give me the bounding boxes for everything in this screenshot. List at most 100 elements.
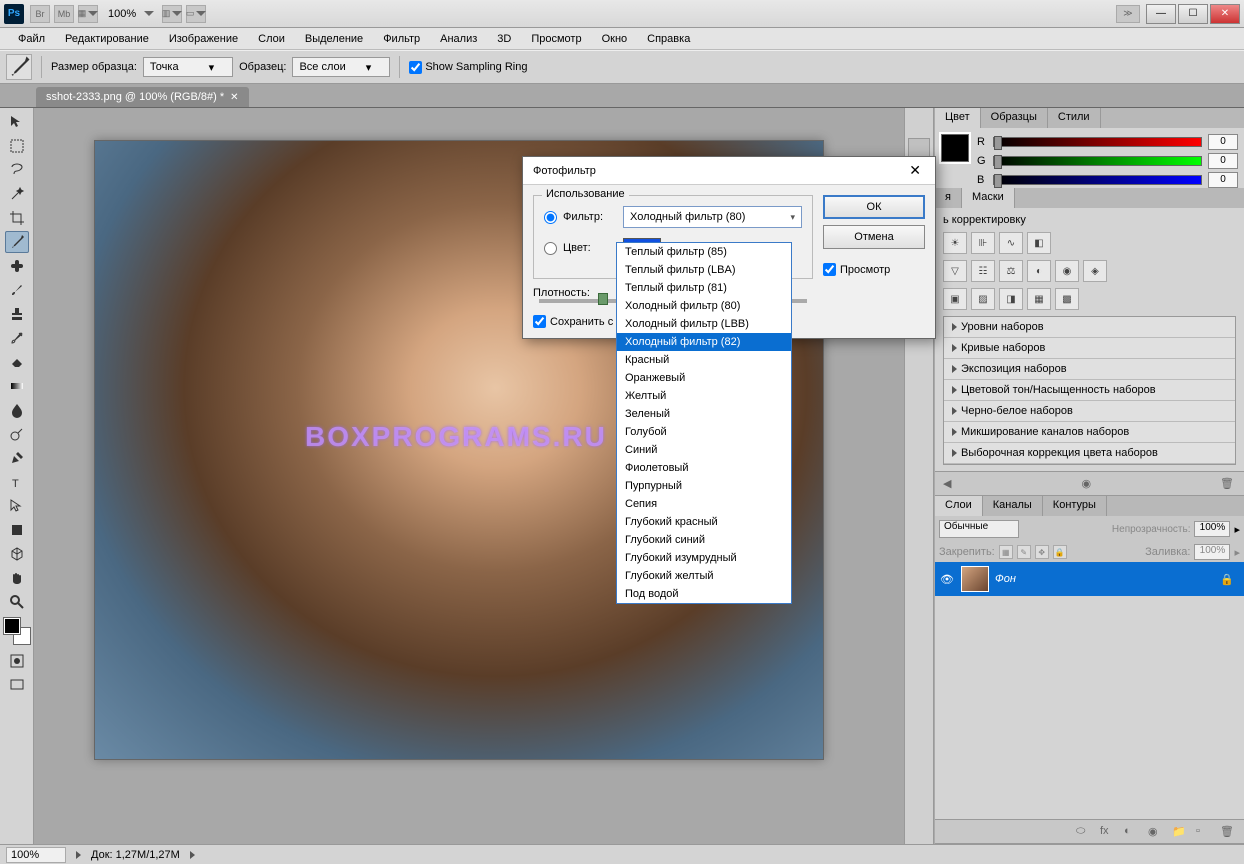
hand-tool[interactable] xyxy=(5,567,29,589)
lock-all-icon[interactable]: 🔒 xyxy=(1053,545,1067,559)
tab-adj-partial[interactable]: я xyxy=(935,188,962,208)
zoom-level[interactable]: 100% xyxy=(108,8,136,20)
g-slider[interactable] xyxy=(993,156,1202,166)
bw-icon[interactable]: ◐ xyxy=(1027,260,1051,282)
ok-button[interactable]: ОК xyxy=(823,195,925,219)
tab-channels[interactable]: Каналы xyxy=(983,496,1043,516)
menu-image[interactable]: Изображение xyxy=(159,30,248,48)
filter-dropdown[interactable]: Теплый фильтр (85)Теплый фильтр (LBA)Теп… xyxy=(616,242,792,604)
tab-paths[interactable]: Контуры xyxy=(1043,496,1107,516)
curves-icon[interactable]: ∿ xyxy=(999,232,1023,254)
folder-icon[interactable]: 📁 xyxy=(1172,825,1188,839)
vibrance-icon[interactable]: ▽ xyxy=(943,260,967,282)
mini-bridge-icon[interactable]: Mb xyxy=(54,5,74,23)
close-button[interactable]: ✕ xyxy=(1210,4,1240,24)
chevron-down-icon[interactable] xyxy=(144,11,154,17)
dropdown-item[interactable]: Теплый фильтр (81) xyxy=(617,279,791,297)
menu-view[interactable]: Просмотр xyxy=(521,30,591,48)
dropdown-item[interactable]: Голубой xyxy=(617,423,791,441)
dropdown-item[interactable]: Под водой xyxy=(617,585,791,603)
sample-select[interactable]: Все слои▾ xyxy=(292,57,390,77)
r-value[interactable]: 0 xyxy=(1208,134,1238,150)
dropdown-item[interactable]: Глубокий изумрудный xyxy=(617,549,791,567)
b-value[interactable]: 0 xyxy=(1208,172,1238,188)
preset-item[interactable]: Экспозиция наборов xyxy=(944,359,1235,380)
pen-tool[interactable] xyxy=(5,447,29,469)
zoom-tool[interactable] xyxy=(5,591,29,613)
filter-select[interactable]: Холодный фильтр (80) ▾ xyxy=(623,206,802,228)
hue-icon[interactable]: ☷ xyxy=(971,260,995,282)
marquee-tool[interactable] xyxy=(5,135,29,157)
dropdown-item[interactable]: Оранжевый xyxy=(617,369,791,387)
dropdown-item[interactable]: Глубокий красный xyxy=(617,513,791,531)
mask-icon[interactable]: ◐ xyxy=(1124,825,1140,839)
preset-item[interactable]: Цветовой тон/Насыщенность наборов xyxy=(944,380,1235,401)
levels-icon[interactable]: ⊪ xyxy=(971,232,995,254)
lock-brush-icon[interactable]: ✎ xyxy=(1017,545,1031,559)
eyedropper-icon[interactable] xyxy=(6,54,32,80)
dialog-close-icon[interactable]: ✕ xyxy=(905,162,925,179)
brush-tool[interactable] xyxy=(5,279,29,301)
view-extras-icon[interactable]: ▦ xyxy=(78,5,98,23)
filter-radio[interactable] xyxy=(544,211,557,224)
g-value[interactable]: 0 xyxy=(1208,153,1238,169)
dodge-tool[interactable] xyxy=(5,423,29,445)
show-ring-check[interactable] xyxy=(409,61,422,74)
tab-masks[interactable]: Маски xyxy=(962,188,1015,208)
menu-analysis[interactable]: Анализ xyxy=(430,30,487,48)
layer-thumbnail[interactable] xyxy=(961,566,989,592)
selective-color-icon[interactable]: ▩ xyxy=(1055,288,1079,310)
dropdown-item[interactable]: Пурпурный xyxy=(617,477,791,495)
status-arrow-icon[interactable] xyxy=(76,851,81,859)
menu-filter[interactable]: Фильтр xyxy=(373,30,430,48)
lasso-tool[interactable] xyxy=(5,159,29,181)
menu-edit[interactable]: Редактирование xyxy=(55,30,159,48)
new-layer-icon[interactable]: ▫ xyxy=(1196,825,1212,839)
dropdown-item[interactable]: Холодный фильтр (LBB) xyxy=(617,315,791,333)
menu-select[interactable]: Выделение xyxy=(295,30,373,48)
layer-row[interactable]: 👁 Фон 🔒 xyxy=(935,562,1244,596)
link-icon[interactable]: ⬭ xyxy=(1076,825,1092,839)
preset-item[interactable]: Уровни наборов xyxy=(944,317,1235,338)
wand-tool[interactable] xyxy=(5,183,29,205)
preset-item[interactable]: Черно-белое наборов xyxy=(944,401,1235,422)
collapse-icon[interactable]: ≫ xyxy=(1116,5,1140,23)
move-tool[interactable] xyxy=(5,111,29,133)
invert-icon[interactable]: ▣ xyxy=(943,288,967,310)
eyedropper-tool[interactable] xyxy=(5,231,29,253)
grid-icon[interactable]: ▥ xyxy=(162,5,182,23)
close-tab-icon[interactable]: ✕ xyxy=(230,92,238,103)
tab-layers[interactable]: Слои xyxy=(935,496,983,516)
tab-swatches[interactable]: Образцы xyxy=(981,108,1048,128)
menu-layer[interactable]: Слои xyxy=(248,30,295,48)
dropdown-item[interactable]: Фиолетовый xyxy=(617,459,791,477)
healing-tool[interactable] xyxy=(5,255,29,277)
3d-tool[interactable] xyxy=(5,543,29,565)
dropdown-item[interactable]: Глубокий синий xyxy=(617,531,791,549)
fg-color-swatch[interactable] xyxy=(4,618,20,634)
minimize-button[interactable]: — xyxy=(1146,4,1176,24)
maximize-button[interactable]: ☐ xyxy=(1178,4,1208,24)
preset-item[interactable]: Микширование каналов наборов xyxy=(944,422,1235,443)
adj-footer-icon[interactable]: ◀ xyxy=(943,477,959,491)
dropdown-item[interactable]: Зеленый xyxy=(617,405,791,423)
dropdown-item[interactable]: Холодный фильтр (82) xyxy=(617,333,791,351)
posterize-icon[interactable]: ▨ xyxy=(971,288,995,310)
dropdown-item[interactable]: Холодный фильтр (80) xyxy=(617,297,791,315)
adj-footer-icon2[interactable]: ◉ xyxy=(1082,477,1098,491)
dropdown-item[interactable]: Синий xyxy=(617,441,791,459)
brightness-icon[interactable]: ☀ xyxy=(943,232,967,254)
channel-mixer-icon[interactable]: ◈ xyxy=(1083,260,1107,282)
type-tool[interactable]: T xyxy=(5,471,29,493)
menu-3d[interactable]: 3D xyxy=(487,30,521,48)
fill-value[interactable]: 100% xyxy=(1194,544,1230,560)
photo-filter-icon[interactable]: ◉ xyxy=(1055,260,1079,282)
crop-tool[interactable] xyxy=(5,207,29,229)
menu-window[interactable]: Окно xyxy=(592,30,638,48)
lock-move-icon[interactable]: ✥ xyxy=(1035,545,1049,559)
cancel-button[interactable]: Отмена xyxy=(823,225,925,249)
preset-item[interactable]: Кривые наборов xyxy=(944,338,1235,359)
status-zoom[interactable]: 100% xyxy=(6,847,66,863)
gradient-map-icon[interactable]: ▦ xyxy=(1027,288,1051,310)
opacity-value[interactable]: 100% xyxy=(1194,521,1230,537)
